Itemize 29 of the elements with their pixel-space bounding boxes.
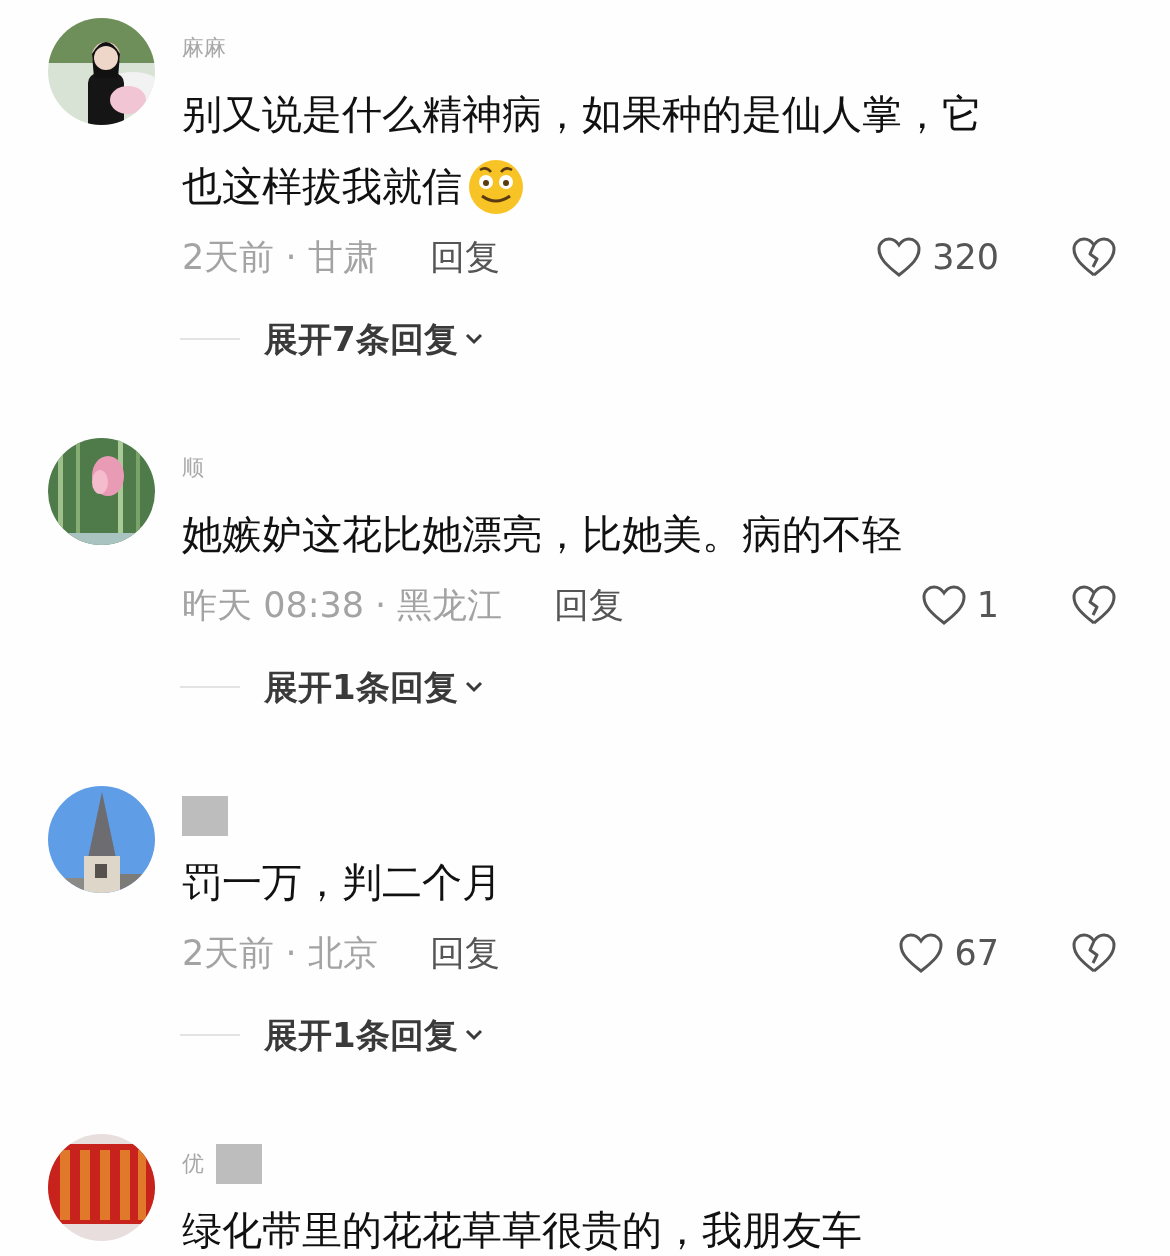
broken-heart-icon (1071, 236, 1117, 278)
chevron-down-icon (463, 332, 484, 346)
chevron-down-icon (463, 680, 484, 694)
comment-meta: 昨天 08:38 · 黑龙江 (182, 583, 503, 627)
reply-button[interactable]: 回复 (429, 230, 500, 284)
like-button[interactable]: 67 (898, 926, 999, 980)
reply-button[interactable]: 回复 (554, 578, 625, 632)
comment-text: 绿化带里的花花草草很贵的，我朋友车 (182, 1206, 862, 1255)
expand-replies-button[interactable]: 展开1条回复 (264, 661, 484, 713)
expand-replies-button[interactable]: 展开1条回复 (264, 1009, 484, 1061)
comment-meta: 2天前 · 甘肃 (182, 235, 378, 279)
dislike-button[interactable] (1071, 236, 1117, 278)
like-button[interactable]: 1 (920, 578, 999, 632)
reply-button[interactable]: 回复 (429, 926, 500, 980)
heart-icon (920, 584, 967, 626)
comment-meta: 2天前 · 北京 (182, 931, 378, 975)
comment-text: 也这样拔我就信 (182, 162, 462, 211)
heart-icon (876, 236, 923, 278)
comment-text: 她嫉妒这花比她漂亮，比她美。病的不轻 (182, 510, 902, 559)
heart-icon (898, 932, 945, 974)
like-button[interactable]: 320 (876, 230, 999, 284)
dislike-button[interactable] (1071, 584, 1117, 626)
comment-text: 罚一万，判二个月 (182, 858, 502, 907)
chevron-down-icon (463, 1028, 484, 1042)
dislike-button[interactable] (1071, 932, 1117, 974)
comment-text: 别又说是什么精神病，如果种的是仙人掌，它 (182, 90, 982, 139)
expand-replies-button[interactable]: 展开7条回复 (264, 313, 484, 365)
broken-heart-icon (1071, 932, 1117, 974)
broken-heart-icon (1071, 584, 1117, 626)
